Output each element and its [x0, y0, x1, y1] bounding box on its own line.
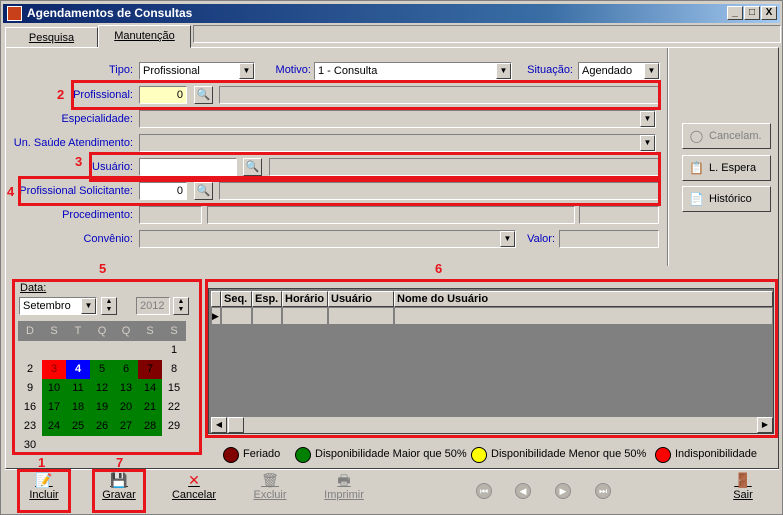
especialidade-select[interactable]: ▼	[139, 110, 656, 128]
tipo-label: Tipo:	[108, 64, 133, 76]
unidade-label: Un. Saúde Atendimento:	[13, 137, 133, 149]
circle-icon: ◯	[689, 129, 704, 143]
tipo-select[interactable]: Profissional ▼	[139, 62, 255, 80]
excluir-button[interactable]: 🗑 Excluir	[245, 471, 295, 511]
cancel-icon: ✕	[188, 472, 200, 488]
procedimento-code-input[interactable]	[139, 206, 202, 224]
annotation-number: 4	[7, 184, 15, 199]
document-icon: 📄	[689, 192, 704, 206]
annotation-box-5	[12, 279, 202, 455]
annotation-box-4	[18, 176, 661, 206]
valor-input[interactable]	[559, 230, 659, 248]
title-bar: Agendamentos de Consultas _ □ X	[3, 4, 780, 23]
legend-feriado: Feriado	[223, 447, 280, 463]
app-window: Agendamentos de Consultas _ □ X Pesquisa…	[0, 0, 783, 515]
print-icon: 🖶	[337, 472, 351, 488]
chevron-down-icon[interactable]: ▼	[496, 63, 511, 79]
motivo-label: Motivo:	[275, 64, 311, 76]
tab-strip	[193, 25, 781, 43]
procedimento-label: Procedimento:	[62, 209, 133, 221]
annotation-number: 1	[38, 455, 46, 470]
last-record-icon[interactable]: ⏭	[595, 483, 611, 499]
unidade-select[interactable]: ▼	[139, 134, 656, 152]
lista-espera-button[interactable]: 📋 L. Espera	[682, 155, 771, 181]
maximize-button[interactable]: □	[744, 6, 760, 20]
legend-swatch	[223, 447, 239, 463]
window-title: Agendamentos de Consultas	[27, 6, 193, 20]
chevron-down-icon[interactable]: ▼	[500, 231, 515, 247]
annotation-number: 3	[75, 154, 83, 169]
first-record-icon[interactable]: ⏮	[476, 483, 492, 499]
annotation-box-7	[92, 469, 146, 513]
chevron-down-icon[interactable]: ▼	[640, 111, 655, 127]
exit-door-icon: 🚪	[734, 472, 752, 488]
chevron-down-icon[interactable]: ▼	[640, 135, 655, 151]
legend-indisp: Indisponibilidade	[655, 447, 757, 463]
procedimento-extra-field	[579, 206, 659, 224]
app-icon	[7, 6, 22, 21]
legend-disp-maior: Disponibilidade Maior que 50%	[295, 447, 467, 463]
legend-disp-menor: Disponibilidade Menor que 50%	[471, 447, 646, 463]
annotation-box-6	[205, 279, 778, 438]
checklist-icon: 📋	[689, 161, 704, 175]
tab-pesquisa[interactable]: Pesquisa	[5, 27, 98, 48]
legend-swatch	[295, 447, 311, 463]
convenio-label: Convênio:	[83, 233, 133, 245]
minimize-button[interactable]: _	[727, 6, 743, 20]
annotation-number: 7	[116, 455, 124, 470]
situacao-select[interactable]: Agendado ▼	[578, 62, 660, 80]
annotation-number: 2	[57, 87, 65, 102]
historico-button[interactable]: 📄 Histórico	[682, 186, 771, 212]
convenio-select[interactable]: ▼	[139, 230, 516, 248]
chevron-down-icon[interactable]: ▼	[239, 63, 254, 79]
cancelar-button[interactable]: ✕ Cancelar	[169, 471, 219, 511]
previous-record-icon[interactable]: ◀	[515, 483, 531, 499]
especialidade-label: Especialidade:	[61, 113, 133, 125]
cancelamento-button[interactable]: ◯ Cancelam.	[682, 123, 771, 149]
annotation-number: 6	[435, 261, 443, 276]
annotation-number: 5	[99, 261, 107, 276]
motivo-select[interactable]: 1 - Consulta ▼	[314, 62, 512, 80]
chevron-down-icon[interactable]: ▼	[644, 63, 659, 79]
legend-swatch	[655, 447, 671, 463]
imprimir-button[interactable]: 🖶 Imprimir	[319, 471, 369, 511]
annotation-box-2	[71, 80, 661, 110]
panel-divider	[667, 48, 669, 266]
valor-label: Valor:	[527, 233, 555, 245]
trash-icon: 🗑	[261, 472, 279, 488]
procedimento-name-field	[207, 206, 575, 224]
annotation-box-1	[17, 469, 71, 513]
close-button[interactable]: X	[761, 6, 777, 20]
sair-button[interactable]: 🚪 Sair	[721, 471, 765, 511]
situacao-label: Situação:	[527, 64, 573, 76]
next-record-icon[interactable]: ▶	[555, 483, 571, 499]
tab-manutencao[interactable]: Manutenção	[98, 25, 191, 48]
legend-swatch	[471, 447, 487, 463]
